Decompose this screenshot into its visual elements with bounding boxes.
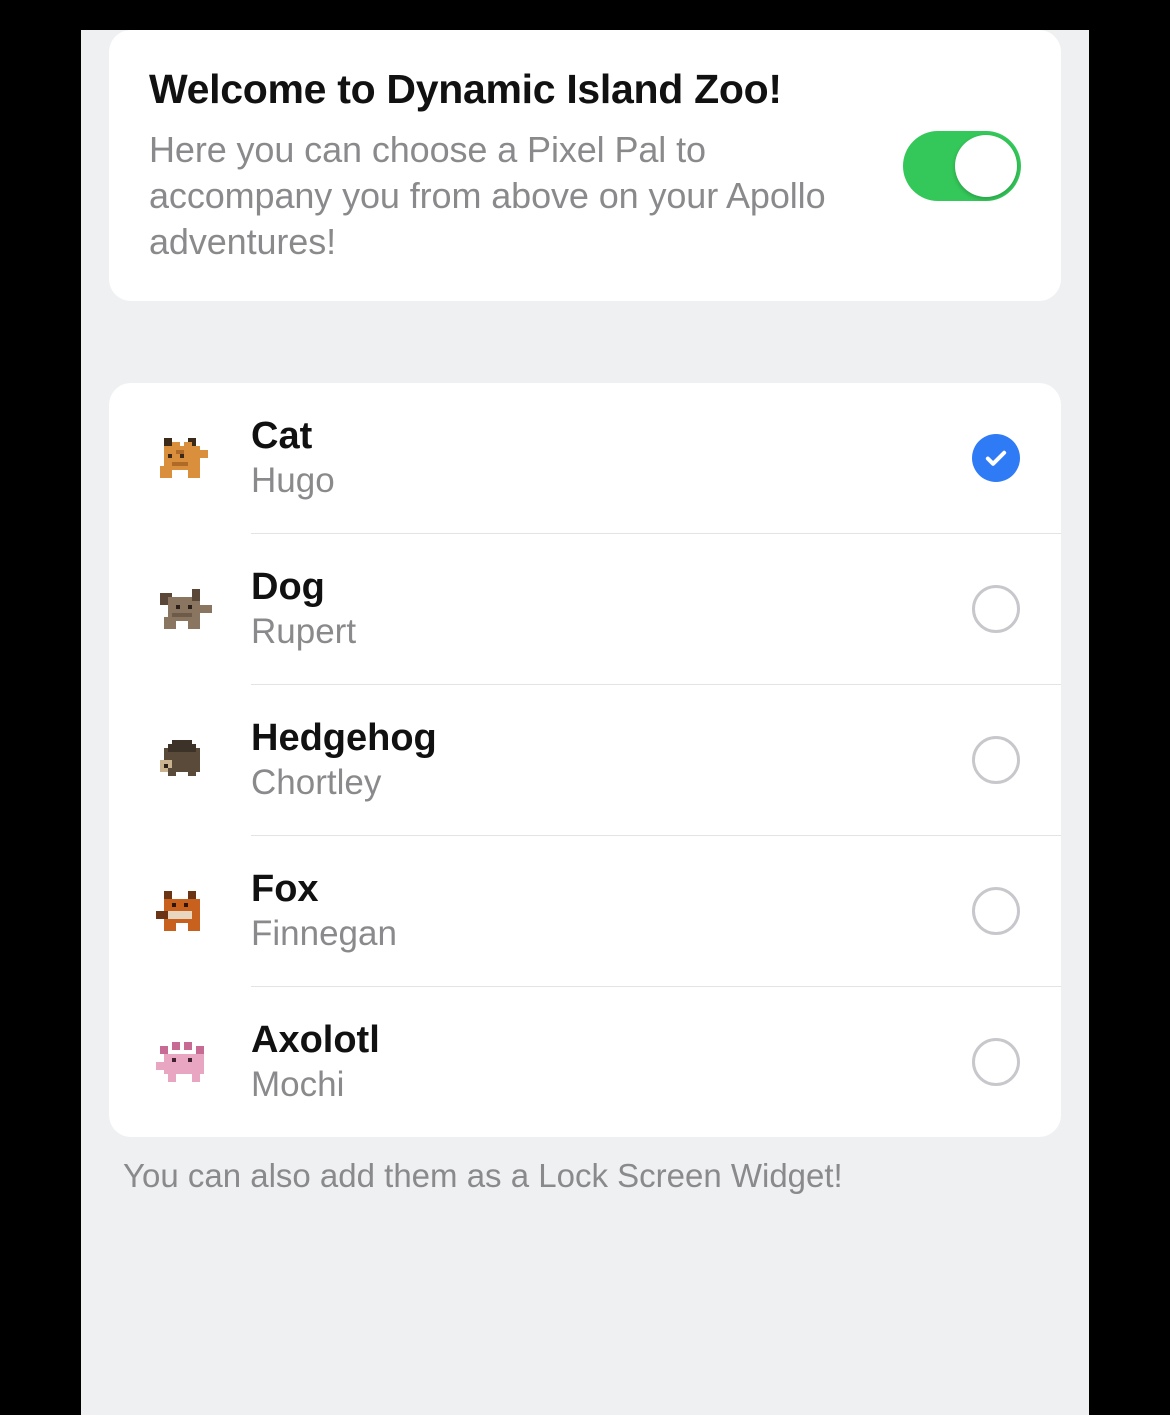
list-item-cat[interactable]: Cat Hugo bbox=[109, 383, 1061, 533]
toggle-knob bbox=[955, 135, 1017, 197]
pixel-pal-list: Cat Hugo bbox=[109, 383, 1061, 1137]
footer-note: You can also add them as a Lock Screen W… bbox=[109, 1157, 1061, 1195]
enable-toggle[interactable] bbox=[903, 131, 1021, 201]
species-label: Axolotl bbox=[251, 1019, 971, 1062]
dog-icon bbox=[139, 581, 229, 637]
list-item-body: Hedgehog Chortley bbox=[229, 717, 971, 803]
list-item-body: Dog Rupert bbox=[229, 566, 971, 652]
checkmark-icon bbox=[972, 434, 1020, 482]
radio-empty-icon bbox=[972, 1038, 1020, 1086]
welcome-subtitle: Here you can choose a Pixel Pal to accom… bbox=[149, 127, 883, 265]
name-label: Chortley bbox=[251, 763, 971, 803]
name-label: Hugo bbox=[251, 461, 971, 501]
name-label: Finnegan bbox=[251, 914, 971, 954]
radio-button[interactable] bbox=[971, 736, 1021, 784]
list-item-body: Fox Finnegan bbox=[229, 868, 971, 954]
welcome-title: Welcome to Dynamic Island Zoo! bbox=[149, 66, 883, 113]
welcome-text: Welcome to Dynamic Island Zoo! Here you … bbox=[149, 66, 883, 265]
fox-icon bbox=[139, 883, 229, 939]
welcome-card: Welcome to Dynamic Island Zoo! Here you … bbox=[109, 30, 1061, 301]
species-label: Hedgehog bbox=[251, 717, 971, 760]
list-item-fox[interactable]: Fox Finnegan bbox=[109, 836, 1061, 986]
axolotl-icon bbox=[139, 1034, 229, 1090]
species-label: Fox bbox=[251, 868, 971, 911]
list-item-axolotl[interactable]: Axolotl Mochi bbox=[109, 987, 1061, 1137]
radio-button[interactable] bbox=[971, 887, 1021, 935]
species-label: Cat bbox=[251, 415, 971, 458]
radio-empty-icon bbox=[972, 887, 1020, 935]
radio-button[interactable] bbox=[971, 1038, 1021, 1086]
list-item-hedgehog[interactable]: Hedgehog Chortley bbox=[109, 685, 1061, 835]
list-item-body: Cat Hugo bbox=[229, 415, 971, 501]
name-label: Mochi bbox=[251, 1065, 971, 1105]
radio-button[interactable] bbox=[971, 585, 1021, 633]
selected-indicator[interactable] bbox=[971, 434, 1021, 482]
list-item-body: Axolotl Mochi bbox=[229, 1019, 971, 1105]
cat-icon bbox=[139, 430, 229, 486]
name-label: Rupert bbox=[251, 612, 971, 652]
radio-empty-icon bbox=[972, 736, 1020, 784]
species-label: Dog bbox=[251, 566, 971, 609]
hedgehog-icon bbox=[139, 732, 229, 788]
radio-empty-icon bbox=[972, 585, 1020, 633]
list-item-dog[interactable]: Dog Rupert bbox=[109, 534, 1061, 684]
